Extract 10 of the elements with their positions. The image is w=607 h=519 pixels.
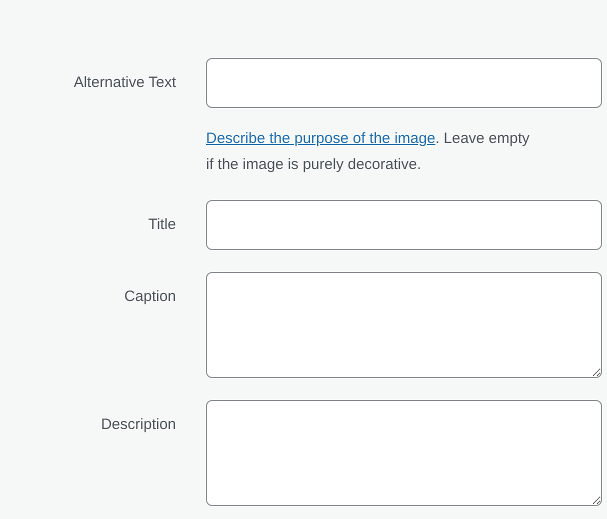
field-label: Alternative Text <box>72 73 176 91</box>
field-label: Caption <box>123 287 176 305</box>
text-field[interactable] <box>206 200 602 250</box>
help-link[interactable]: Describe the purpose of the image <box>206 130 436 147</box>
text-field[interactable] <box>206 58 602 108</box>
text-area[interactable] <box>206 272 602 378</box>
field-label: Title <box>147 215 176 233</box>
field-label: Description <box>100 415 176 433</box>
help-text: Describe the purpose of the image. Leave empty if the image is purely decorative. <box>206 129 531 175</box>
text-area[interactable] <box>206 400 602 506</box>
